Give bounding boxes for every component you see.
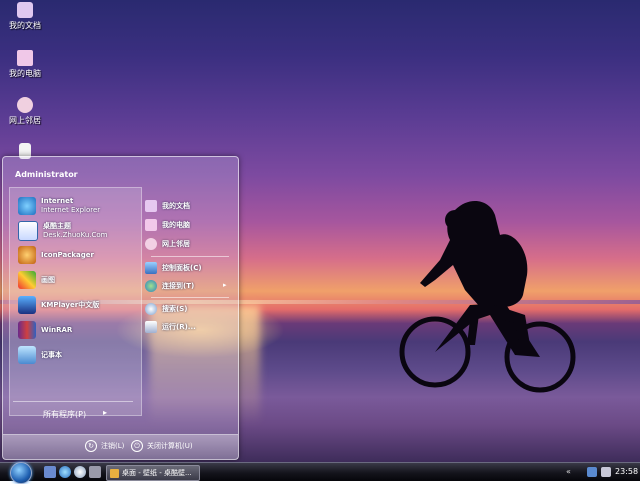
power-icon: ⏻ [131,440,143,452]
place-network[interactable]: 网上邻居 [145,237,190,251]
desktop-icon-network[interactable]: 网上邻居 [0,97,50,126]
desktop-icon-label: 我的电脑 [9,69,41,78]
desktop-icon-documents[interactable]: 我的文档 [0,2,50,31]
separator [151,256,229,257]
documents-icon [145,200,157,212]
network-icon [145,238,157,250]
desktop-icon-computer[interactable]: 我的电脑 [0,50,50,79]
task-button-wallpaper[interactable]: 桌面 - 壁纸 - 桌酷壁... [106,465,200,481]
place-control-panel[interactable]: 控制面板(C) [145,261,202,275]
control-panel-icon [145,262,157,274]
winrar-icon [18,321,36,339]
clock[interactable]: 23:58 [615,467,638,476]
run-icon [145,321,157,333]
search-icon [145,303,157,315]
program-internet[interactable]: Internet Internet Explorer [18,196,100,216]
program-notepad[interactable]: 记事本 [18,345,62,365]
taskbar: 桌面 - 壁纸 - 桌酷壁... « 23:58 [0,462,640,484]
separator [151,297,229,298]
pinned-programs: Internet Internet Explorer 桌酷主题 Desk.ZhuoK… [9,187,142,416]
user-name: Administrator [15,170,78,179]
notepad-icon [18,346,36,364]
ie-icon [18,197,36,215]
computer-icon [145,219,157,231]
paint-icon [18,271,36,289]
theme-icon [18,221,38,241]
show-desktop-icon[interactable] [44,466,56,478]
place-documents[interactable]: 我的文档 [145,199,190,213]
program-zhuoku-theme[interactable]: 桌酷主题 Desk.ZhuoKu.Com [18,221,107,241]
place-computer[interactable]: 我的电脑 [145,218,190,232]
place-connect-to[interactable]: 连接到(T) [145,279,194,293]
iconpackager-icon [18,246,36,264]
folder-icon [110,468,119,478]
start-menu: Administrator Internet Internet Explorer … [2,156,239,460]
separator [13,401,133,402]
chevron-right-icon: ▸ [103,408,108,417]
power-bar: ↻ 注销(L) ⏻ 关闭计算机(U) [3,434,238,459]
media-icon[interactable] [74,466,86,478]
logoff-icon: ↻ [85,440,97,452]
connect-icon [145,280,157,292]
program-iconpackager[interactable]: IconPackager [18,245,94,265]
network-tray-icon[interactable] [587,467,597,477]
program-winrar[interactable]: WinRAR [18,320,72,340]
desktop-icon-label: 网上邻居 [9,116,41,125]
program-paint[interactable]: 画图 [18,270,55,290]
kmplayer-icon [18,296,36,314]
place-search[interactable]: 搜索(S) [145,302,187,316]
chevron-left-icon[interactable]: « [566,467,571,476]
network-icon [17,97,33,113]
chevron-right-icon: ▸ [223,281,227,289]
quicklaunch-icon[interactable] [89,466,101,478]
place-run[interactable]: 运行(R)... [145,320,196,334]
computer-icon [17,50,33,66]
shutdown-button[interactable]: ⏻ 关闭计算机(U) [131,440,193,452]
start-button[interactable] [10,462,32,484]
desktop-icon-label: 我的文档 [9,21,41,30]
all-programs-button[interactable]: 所有程序(P) [43,409,86,420]
cyclist-silhouette [399,200,576,393]
program-kmplayer[interactable]: KMPlayer中文版 [18,295,99,315]
ie-icon[interactable] [59,466,71,478]
documents-icon [17,2,33,18]
logoff-button[interactable]: ↻ 注销(L) [85,440,124,452]
volume-icon[interactable] [601,467,611,477]
